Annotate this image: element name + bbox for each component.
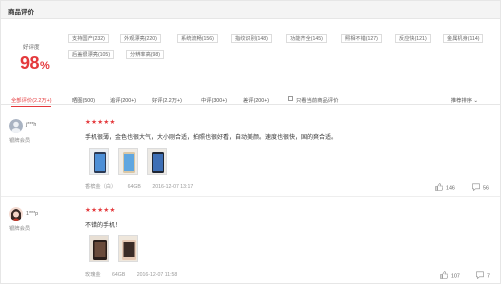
review-item: 1***p 银牌会员 ★★★★★ 不错的手机！ 玫瑰金 64GB 2016-12… xyxy=(1,204,500,284)
rating-number: 98 xyxy=(20,53,40,73)
review-photo[interactable] xyxy=(118,235,138,262)
product-storage: 64GB xyxy=(127,184,141,190)
review-text: 不错的手机！ xyxy=(85,223,122,229)
review-meta: 香槟金（白） 64GB 2016-12-07 13:17 xyxy=(85,183,203,190)
member-level: 银牌会员 xyxy=(9,226,31,232)
product-color: 玫瑰金 xyxy=(85,272,101,278)
thumbs-up-icon xyxy=(440,271,449,281)
tag-item[interactable]: 照相不错(127) xyxy=(341,34,382,43)
filter-append[interactable]: 追评(200+) xyxy=(110,96,136,104)
review-photo[interactable] xyxy=(89,235,109,262)
avatar xyxy=(9,207,23,221)
rating-label: 好评度 xyxy=(23,45,40,51)
filter-mid[interactable]: 中评(300+) xyxy=(201,96,227,104)
member-level: 银牌会员 xyxy=(9,138,31,144)
like-button[interactable]: 146 xyxy=(435,183,455,193)
review-photo[interactable] xyxy=(147,148,167,175)
section-header: 商品评价 xyxy=(1,1,500,19)
thumbs-up-icon xyxy=(435,183,444,193)
tag-item[interactable]: 系统流畅(156) xyxy=(177,34,218,43)
filter-good[interactable]: 好评(2.2万+) xyxy=(152,96,182,104)
product-storage: 64GB xyxy=(112,272,126,278)
sort-dropdown[interactable]: 推荐排序 ⌄ xyxy=(451,96,478,104)
review-date: 2016-12-07 13:17 xyxy=(152,184,194,190)
review-photo[interactable] xyxy=(118,148,138,175)
reviews-panel: 商品评价 好评度 98% 支持国产(232) 外观漂亮(220) 系统流畅(15… xyxy=(0,0,501,284)
like-count: 107 xyxy=(451,273,460,280)
tag-item[interactable]: 后盖很漂亮(105) xyxy=(68,50,115,59)
filter-photo[interactable]: 晒图(500) xyxy=(72,96,95,104)
username: j***h xyxy=(26,122,37,128)
review-date: 2016-12-07 11:58 xyxy=(136,272,178,278)
rating-stars: ★★★★★ xyxy=(85,207,116,214)
tag-item[interactable]: 分辨率高(98) xyxy=(126,50,164,59)
filter-bar: 全部评价(2.2万+) 晒图(500) 追评(200+) 好评(2.2万+) 中… xyxy=(1,93,500,107)
product-color: 香槟金（白） xyxy=(85,184,117,190)
comment-button[interactable]: 7 xyxy=(476,271,490,281)
tag-item[interactable]: 反应快(121) xyxy=(395,34,431,43)
section-title: 商品评价 xyxy=(8,9,34,16)
comment-count: 56 xyxy=(483,185,489,192)
filter-bad[interactable]: 差评(200+) xyxy=(243,96,269,104)
filter-all[interactable]: 全部评价(2.2万+) xyxy=(11,96,52,107)
avatar xyxy=(9,119,23,133)
like-button[interactable]: 107 xyxy=(440,271,460,281)
review-text: 手机很薄，金色也很大气，大小刚合适，拍照也很好看，自动美颜。速度也很快，国的爽合… xyxy=(85,135,338,141)
like-count: 146 xyxy=(446,185,455,192)
rating-value: 98% xyxy=(20,53,50,74)
only-current-checkbox[interactable] xyxy=(288,96,293,101)
review-photo[interactable] xyxy=(89,148,109,175)
sort-label: 推荐排序 xyxy=(450,98,473,104)
tag-item[interactable]: 指纹识别(148) xyxy=(231,34,272,43)
review-item: j***h 银牌会员 ★★★★★ 手机很薄，金色也很大气，大小刚合适，拍照也很好… xyxy=(1,113,500,197)
comment-button[interactable]: 56 xyxy=(472,183,489,193)
tag-item[interactable]: 金属机身(114) xyxy=(443,34,484,43)
username: 1***p xyxy=(26,211,39,217)
comment-icon xyxy=(472,183,480,193)
review-tags: 支持国产(232) 外观漂亮(220) 系统流畅(156) 指纹识别(148) … xyxy=(68,34,498,64)
comment-count: 7 xyxy=(487,273,490,280)
tag-item[interactable]: 外观漂亮(220) xyxy=(120,34,161,43)
tag-item[interactable]: 功能齐全(145) xyxy=(286,34,327,43)
tag-item[interactable]: 支持国产(232) xyxy=(68,34,109,43)
rating-unit: % xyxy=(40,60,50,72)
review-meta: 玫瑰金 64GB 2016-12-07 11:58 xyxy=(85,271,187,278)
chevron-down-icon: ⌄ xyxy=(473,98,478,104)
rating-stars: ★★★★★ xyxy=(85,119,116,126)
comment-icon xyxy=(476,271,484,281)
only-current-label[interactable]: 只看当前商品评价 xyxy=(296,96,338,104)
